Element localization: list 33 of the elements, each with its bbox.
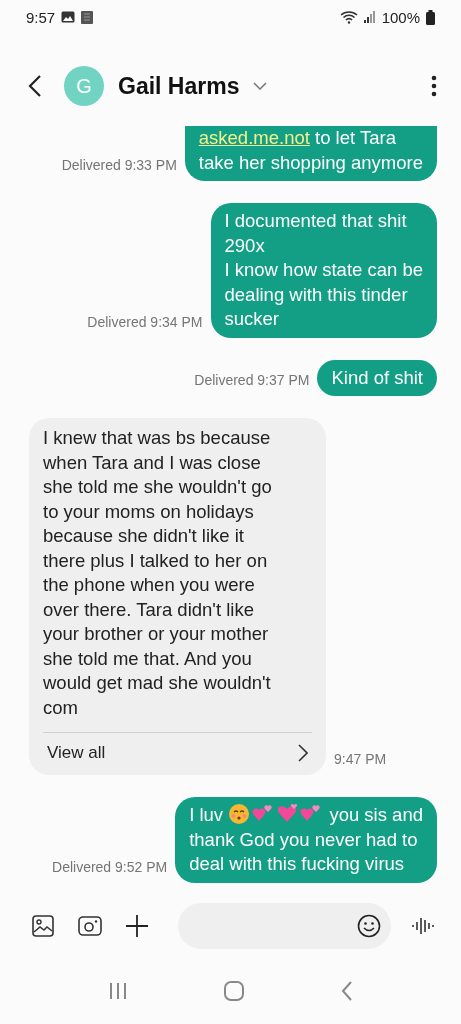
message-timestamp: Delivered 9:33 PM — [61, 157, 177, 175]
message-timestamp: Delivered 9:52 PM — [52, 858, 168, 877]
message-timestamp: Delivered 9:37 PM — [194, 372, 310, 390]
home-icon — [223, 981, 244, 1001]
image-icon — [61, 11, 76, 23]
more-options-icon — [431, 75, 437, 97]
message-text: asked.me.not to let Tara take her shopping anymore — [198, 126, 423, 175]
message-text: I documented that shit 290x I know how state can be dealing with this tinder sucker — [224, 209, 423, 331]
kissing-face-icon — [228, 803, 251, 825]
signal-icon — [363, 11, 376, 23]
message-text: I knew that was bs because when Tara and I was close she told me she wouldn't go to your moms on holidays because she didn't like it there plus I talked to her on the phone when you were over there. Tara didn't like your brother or your mother she told me that. And you would get mad she wouldn't com — [43, 426, 273, 720]
message-timestamp: Delivered 9:34 PM — [87, 313, 203, 332]
battery-percent: 100% — [381, 8, 420, 26]
recent-apps-icon — [108, 982, 127, 1000]
back-icon — [28, 74, 42, 98]
app-icon — [81, 10, 94, 24]
camera-icon — [78, 916, 102, 936]
message-input-field[interactable] — [178, 903, 391, 949]
message-text: I luv you sis and thank God you never had to deal with this fucking virus — [189, 803, 423, 876]
contact-name[interactable]: Gail Harms — [118, 72, 240, 100]
chevron-down-icon[interactable] — [253, 82, 268, 90]
plus-icon — [126, 915, 148, 937]
emoji-icon[interactable] — [357, 914, 381, 938]
view-all-button[interactable]: View all — [43, 733, 312, 769]
back-icon — [340, 981, 353, 1001]
chevron-right-icon — [298, 744, 308, 762]
waveform-icon — [411, 916, 435, 936]
message-text: Kind of shit — [331, 365, 423, 390]
message-timestamp: 9:47 PM — [334, 751, 387, 769]
gallery-icon — [32, 915, 54, 937]
status-time: 9:57 — [26, 8, 56, 26]
battery-icon — [426, 9, 435, 25]
wifi-icon — [339, 10, 358, 24]
